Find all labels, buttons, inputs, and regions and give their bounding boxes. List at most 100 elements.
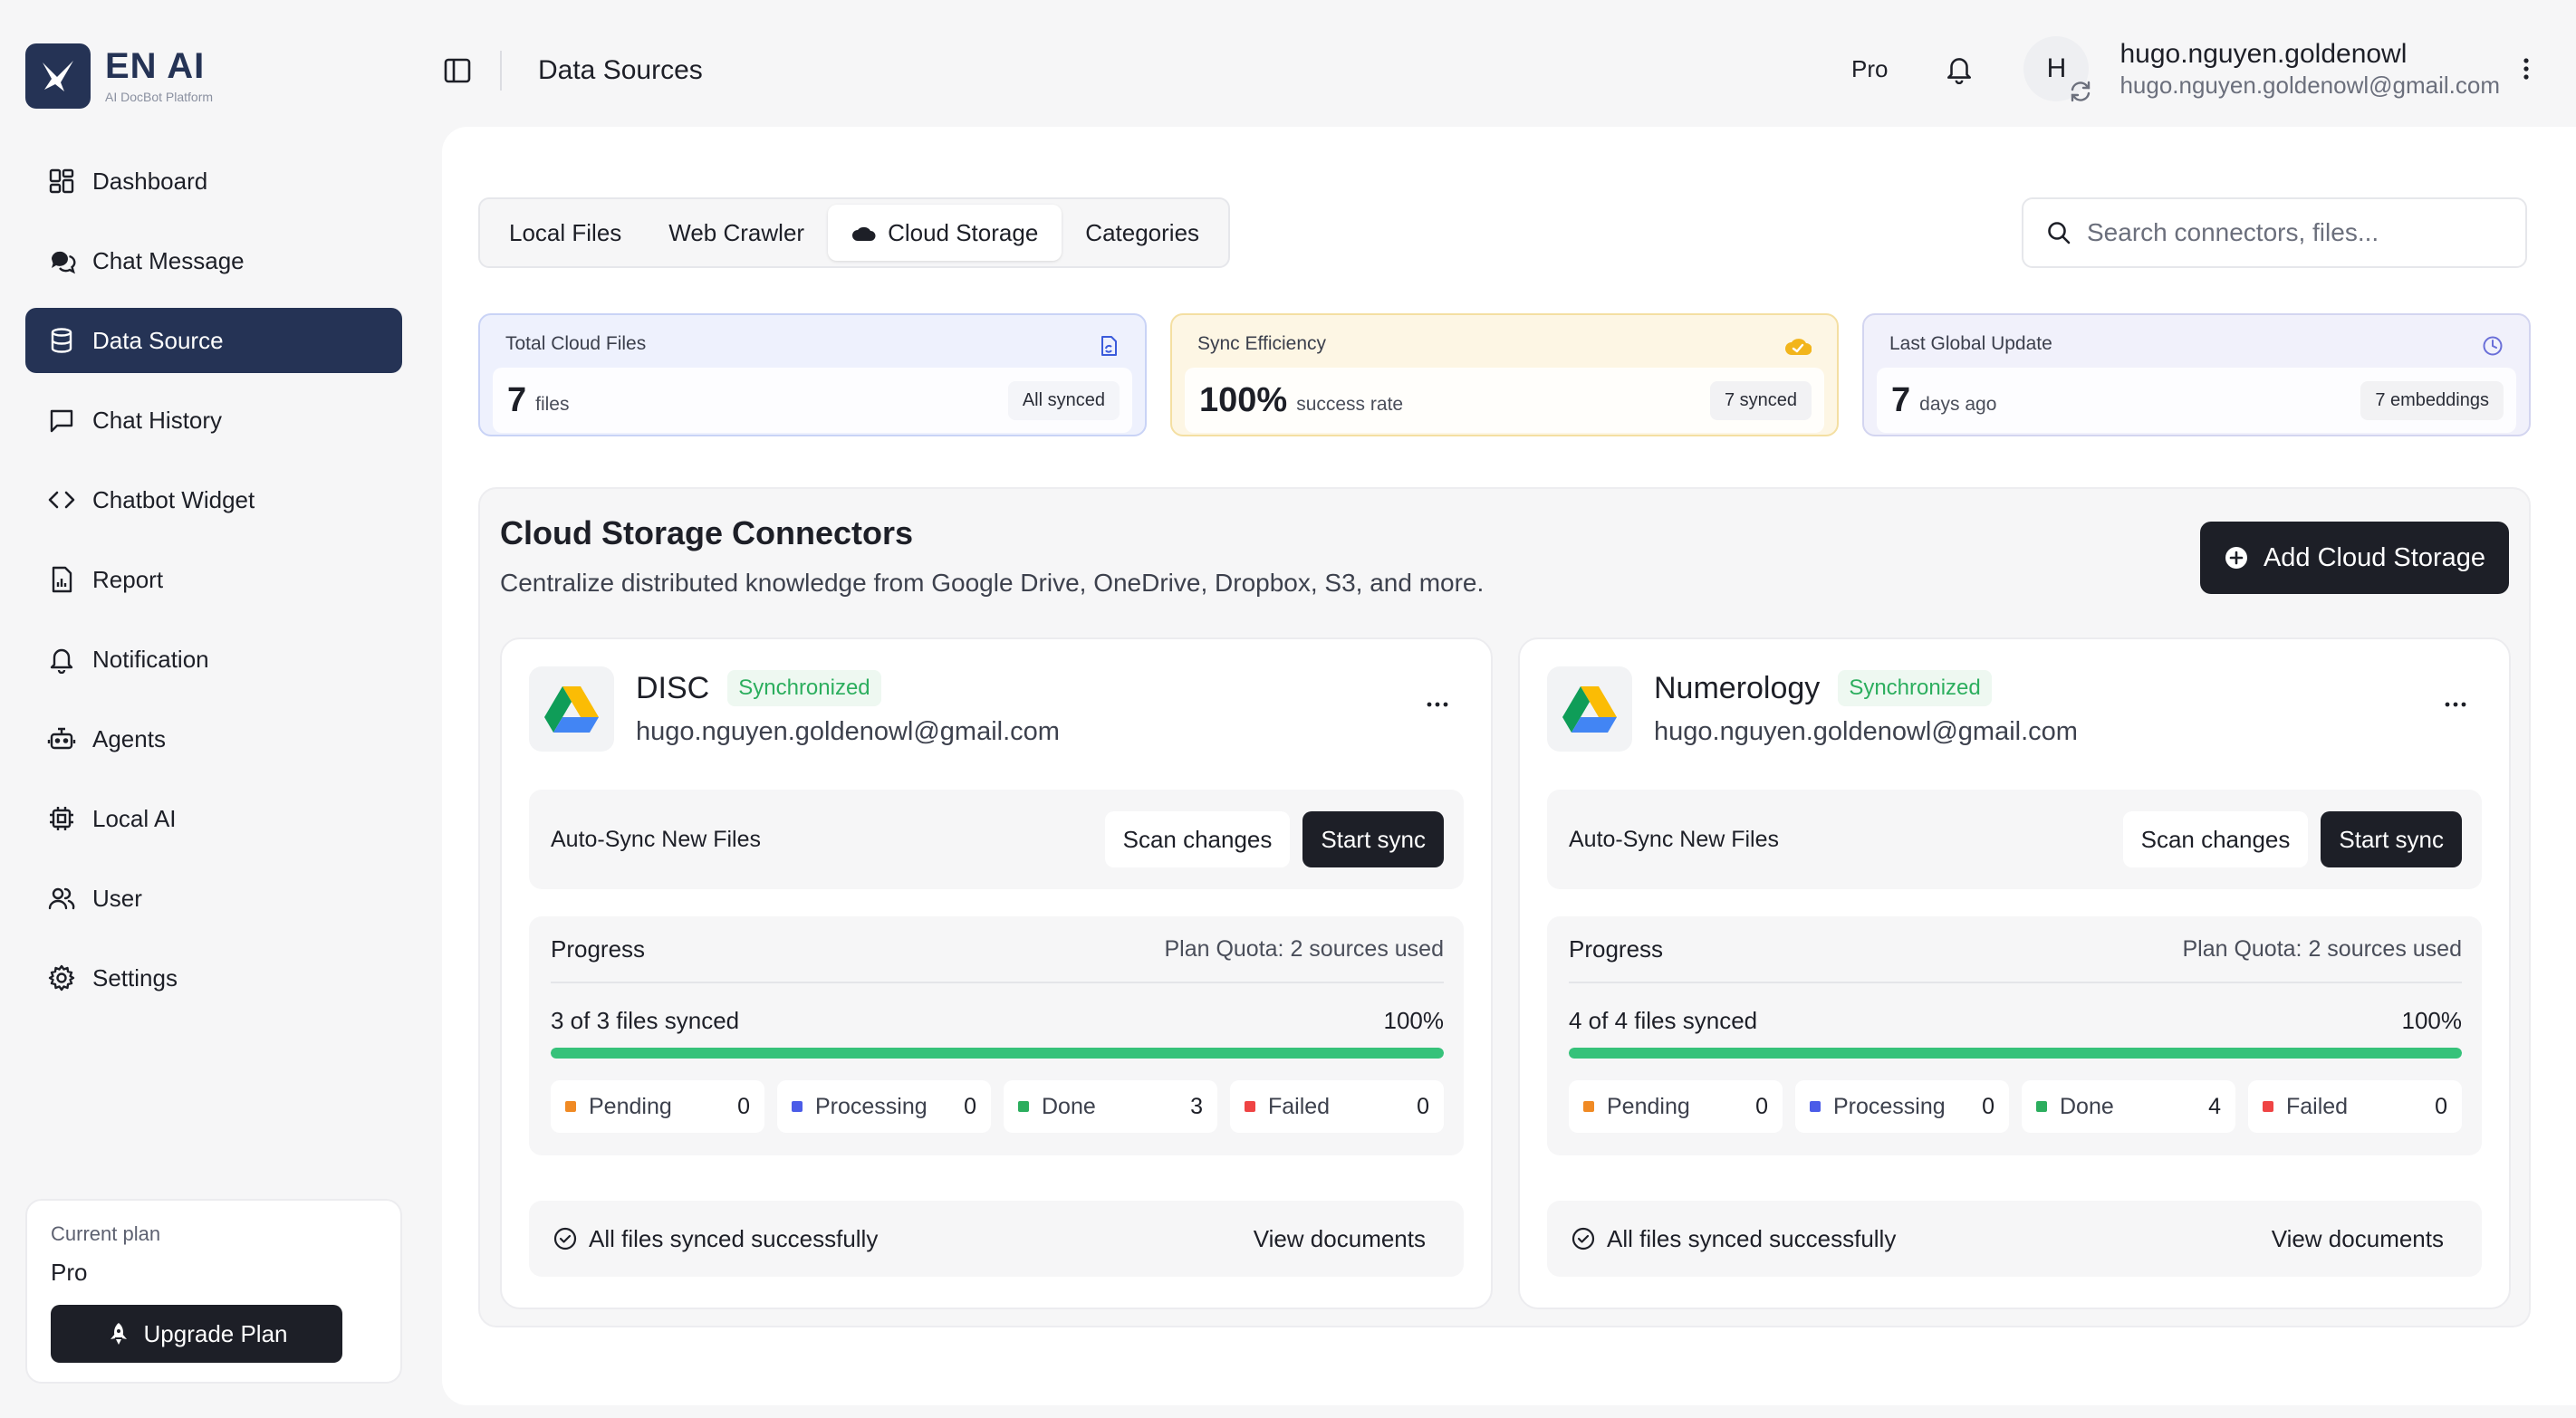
tab-local-files[interactable]: Local Files xyxy=(485,205,645,261)
clock-icon xyxy=(2483,336,2503,356)
sidebar-nav: Dashboard Chat Message Data Source Chat … xyxy=(25,149,402,1025)
sidebar-item-label: Agents xyxy=(92,724,166,752)
chat-history-icon xyxy=(50,409,73,433)
connector-name: DISC xyxy=(636,670,710,705)
scan-changes-button[interactable]: Scan changes xyxy=(2122,811,2309,867)
user-name: hugo.nguyen.goldenowl xyxy=(2119,38,2408,69)
more-horizontal-icon[interactable] xyxy=(1426,701,1449,708)
stat-body: 100% success rate 7 synced xyxy=(1185,368,1824,433)
pending-dot xyxy=(565,1101,576,1112)
progress-panel: Progress Plan Quota: 2 sources used 3 of… xyxy=(529,916,1464,1155)
progress-bar-fill xyxy=(1569,1048,2462,1059)
more-vertical-icon[interactable] xyxy=(2520,53,2533,84)
start-sync-button[interactable]: Start sync xyxy=(1302,811,1444,867)
search-box[interactable] xyxy=(2022,197,2527,268)
connector-email: hugo.nguyen.goldenowl@gmail.com xyxy=(1654,717,2078,746)
brand-logo[interactable]: EN AI AI DocBot Platform xyxy=(25,43,213,109)
cloud-storage-connectors: Cloud Storage Connectors Centralize dist… xyxy=(478,487,2531,1327)
sidebar-item-label: Local AI xyxy=(92,804,177,832)
view-documents-link[interactable]: View documents xyxy=(1254,1225,1426,1253)
section-title: Cloud Storage Connectors xyxy=(500,514,914,551)
tab-cloud-storage[interactable]: Cloud Storage xyxy=(828,205,1062,261)
plan-badge[interactable]: Pro xyxy=(1851,55,1888,83)
stat-unit: files xyxy=(535,394,570,415)
add-cloud-storage-label: Add Cloud Storage xyxy=(2263,542,2485,572)
plus-circle-icon xyxy=(2225,547,2247,569)
sidebar-toggle-icon[interactable] xyxy=(442,55,473,86)
sidebar-item-agents[interactable]: Agents xyxy=(25,706,402,771)
failed-dot xyxy=(2263,1101,2273,1112)
gear-icon xyxy=(48,964,75,992)
notification-bell-icon[interactable] xyxy=(1944,53,1975,84)
avatar[interactable]: H xyxy=(2023,36,2091,102)
status-badge: Synchronized xyxy=(1838,670,1992,706)
connector-cards: DISC Synchronized hugo.nguyen.goldenowl@… xyxy=(500,637,2511,1309)
sidebar-item-chat-history[interactable]: Chat History xyxy=(25,388,402,453)
current-plan-value: Pro xyxy=(51,1259,88,1286)
more-horizontal-icon[interactable] xyxy=(2444,701,2467,708)
done-dot xyxy=(2036,1101,2047,1112)
sidebar-item-local-ai[interactable]: Local AI xyxy=(25,786,402,851)
progress-title: Progress xyxy=(1569,934,1664,963)
sidebar-item-label: Chatbot Widget xyxy=(92,485,255,513)
sidebar-item-report[interactable]: Report xyxy=(25,547,402,612)
status-counts: Pending 0 Processing 0 Done 4 Failed 0 xyxy=(1569,1080,2462,1133)
tab-categories[interactable]: Categories xyxy=(1062,205,1223,261)
scan-changes-button[interactable]: Scan changes xyxy=(1104,811,1291,867)
progress-panel: Progress Plan Quota: 2 sources used 4 of… xyxy=(1547,916,2482,1155)
sync-footer: All files synced successfully View docum… xyxy=(529,1201,1464,1277)
connector-card: DISC Synchronized hugo.nguyen.goldenowl@… xyxy=(500,637,1493,1309)
rocket-icon xyxy=(110,1323,127,1345)
page-title: Data Sources xyxy=(538,55,703,85)
upgrade-plan-label: Upgrade Plan xyxy=(143,1319,288,1347)
brand-tagline: AI DocBot Platform xyxy=(105,90,214,104)
count-label: Failed xyxy=(1268,1093,1331,1119)
stat-value: 100% xyxy=(1199,380,1288,419)
failed-dot xyxy=(1245,1101,1255,1112)
connector-card: Numerology Synchronized hugo.nguyen.gold… xyxy=(1518,637,2511,1309)
sidebar-item-dashboard[interactable]: Dashboard xyxy=(25,149,402,214)
count-processing: Processing 0 xyxy=(1795,1080,2009,1133)
connector-email: hugo.nguyen.goldenowl@gmail.com xyxy=(636,717,1060,746)
stats-row: Total Cloud Files 7 files All synced Syn… xyxy=(478,313,2531,436)
sidebar-item-settings[interactable]: Settings xyxy=(25,945,402,1011)
status-counts: Pending 0 Processing 0 Done 3 Failed 0 xyxy=(551,1080,1444,1133)
sidebar-item-chatbot-widget[interactable]: Chatbot Widget xyxy=(25,467,402,532)
sidebar-item-user[interactable]: User xyxy=(25,866,402,931)
start-sync-button[interactable]: Start sync xyxy=(2321,811,2462,867)
sidebar-item-label: Chat History xyxy=(92,406,223,434)
user-info[interactable]: hugo.nguyen.goldenowl hugo.nguyen.golden… xyxy=(2119,39,2500,100)
bird-logo-icon xyxy=(25,43,91,109)
count-value: 0 xyxy=(737,1093,750,1119)
count-pending: Pending 0 xyxy=(1569,1080,1783,1133)
progress-bar xyxy=(1569,1048,2462,1059)
add-cloud-storage-button[interactable]: Add Cloud Storage xyxy=(2199,522,2509,594)
upgrade-plan-button[interactable]: Upgrade Plan xyxy=(51,1305,342,1363)
count-label: Processing xyxy=(1833,1093,1946,1119)
progress-percent: 100% xyxy=(1383,1007,1445,1034)
sidebar-item-notification[interactable]: Notification xyxy=(25,627,402,692)
done-dot xyxy=(1018,1101,1029,1112)
sidebar-item-label: Report xyxy=(92,565,164,593)
sync-footer-text: All files synced successfully xyxy=(1607,1224,1897,1252)
dashboard-icon xyxy=(49,168,74,194)
sidebar-item-label: Notification xyxy=(92,645,209,673)
file-sync-icon xyxy=(1101,336,1117,356)
top-bar: Data Sources Pro H hugo.nguyen.goldenowl… xyxy=(429,0,2576,127)
sidebar-item-data-source[interactable]: Data Source xyxy=(25,308,402,373)
search-input[interactable] xyxy=(2087,218,2504,247)
count-value: 0 xyxy=(2435,1093,2447,1119)
connector-name: Numerology xyxy=(1654,670,1821,705)
stat-label: Sync Efficiency xyxy=(1197,333,1327,354)
sync-footer: All files synced successfully View docum… xyxy=(1547,1201,2482,1277)
view-documents-link[interactable]: View documents xyxy=(2272,1225,2444,1253)
bot-icon xyxy=(47,727,76,750)
stat-badge: 7 embeddings xyxy=(2360,380,2504,420)
sidebar-item-label: Dashboard xyxy=(92,167,208,195)
sidebar-item-chat-message[interactable]: Chat Message xyxy=(25,228,402,293)
count-label: Processing xyxy=(815,1093,928,1119)
stat-badge: All synced xyxy=(1007,380,1120,420)
plan-quota: Plan Quota: 2 sources used xyxy=(2182,935,2462,962)
count-label: Pending xyxy=(1607,1093,1690,1119)
tab-web-crawler[interactable]: Web Crawler xyxy=(645,205,828,261)
